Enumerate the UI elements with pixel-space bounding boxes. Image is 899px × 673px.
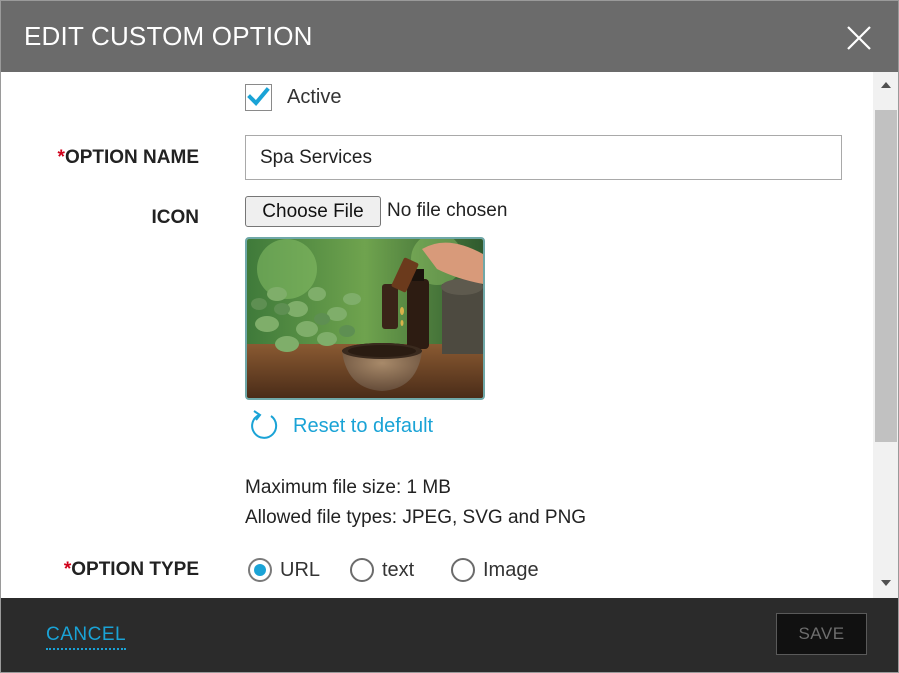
radio-text-indicator[interactable] xyxy=(350,558,374,582)
refresh-icon xyxy=(251,410,278,439)
dialog-footer: CANCEL SAVE xyxy=(1,598,898,672)
scroll-down-arrow-icon[interactable] xyxy=(881,580,891,586)
edit-custom-option-dialog: EDIT CUSTOM OPTION Active *OPTION NAME I… xyxy=(0,0,899,673)
max-file-size-text: Maximum file size: 1 MB xyxy=(245,477,451,498)
dialog-body: Active *OPTION NAME ICON Choose File No … xyxy=(1,72,873,598)
icon-label: ICON xyxy=(151,207,200,228)
checkmark-icon xyxy=(247,87,270,106)
radio-url-label: URL xyxy=(280,558,321,581)
dialog-title: EDIT CUSTOM OPTION xyxy=(24,21,313,51)
option-name-label: *OPTION NAME xyxy=(57,147,199,168)
icon-preview-image xyxy=(245,237,485,400)
scroll-up-arrow-icon[interactable] xyxy=(881,82,891,88)
radio-text-label: text xyxy=(382,558,415,581)
spa-preview-picture xyxy=(247,239,483,398)
radio-url-indicator[interactable] xyxy=(248,558,272,582)
radio-text[interactable]: text xyxy=(350,558,414,582)
close-icon xyxy=(847,26,871,50)
scrollbar-thumb[interactable] xyxy=(875,110,897,442)
radio-url[interactable]: URL xyxy=(248,558,320,582)
file-status-text: No file chosen xyxy=(387,200,508,221)
option-name-input[interactable] xyxy=(245,135,842,180)
option-type-label: *OPTION TYPE xyxy=(63,559,199,580)
radio-image-indicator[interactable] xyxy=(451,558,475,582)
active-checkbox[interactable] xyxy=(245,84,272,111)
choose-file-button[interactable]: Choose File xyxy=(245,196,381,227)
save-button[interactable]: SAVE xyxy=(776,613,867,655)
reset-to-default-label: Reset to default xyxy=(293,414,434,437)
active-label: Active xyxy=(287,86,342,108)
radio-image[interactable]: Image xyxy=(451,558,539,582)
cancel-button[interactable]: CANCEL xyxy=(46,624,127,650)
allowed-file-types-text: Allowed file types: JPEG, SVG and PNG xyxy=(245,507,587,528)
required-mark: * xyxy=(57,147,65,168)
dialog-scrollbar[interactable] xyxy=(873,72,898,598)
close-button[interactable] xyxy=(843,22,875,54)
radio-image-label: Image xyxy=(483,558,539,581)
reset-to-default-link[interactable]: Reset to default xyxy=(249,409,433,443)
dialog-header: EDIT CUSTOM OPTION xyxy=(1,1,898,72)
